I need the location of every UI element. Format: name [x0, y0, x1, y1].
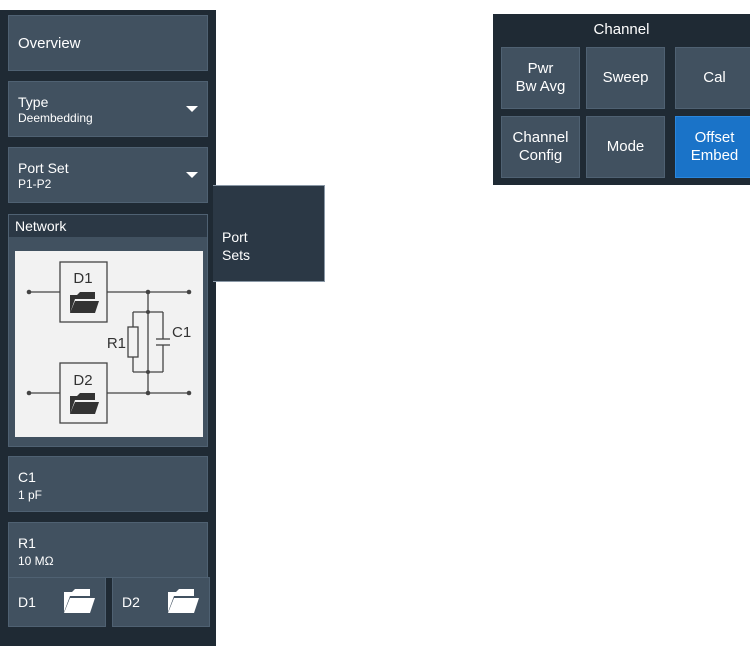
mode-label: Mode: [606, 138, 645, 155]
sweep-label: Sweep: [602, 69, 649, 86]
port-sets-label: Port Sets: [222, 229, 251, 263]
d1-file-label: D1: [18, 594, 36, 610]
chevron-down-icon: [186, 172, 198, 178]
folder-icon: [168, 589, 199, 613]
c1-label: C1: [18, 469, 36, 485]
r1-value: 10 MΩ: [18, 554, 54, 568]
d2-file-label: D2: [122, 594, 140, 610]
cal-button[interactable]: Cal: [675, 47, 750, 109]
folder-icon: [64, 589, 95, 613]
r1-value-field[interactable]: R1 10 MΩ: [8, 522, 208, 578]
offset-embed-button[interactable]: Offset Embed: [675, 116, 750, 178]
chevron-down-icon: [186, 106, 198, 112]
cal-label: Cal: [703, 69, 726, 86]
d2-schematic-label: D2: [73, 372, 92, 389]
port-set-value: P1-P2: [18, 177, 52, 191]
offset-embed-label: Offset Embed: [690, 129, 739, 164]
overview-label: Overview: [18, 35, 81, 52]
d1-schematic-label: D1: [73, 270, 92, 287]
deembedding-settings-panel: Overview Type Deembedding Port Set P1-P2…: [0, 10, 216, 646]
channel-config-label: Channel Config: [512, 129, 569, 164]
sweep-button[interactable]: Sweep: [586, 47, 665, 109]
d2-file-button[interactable]: D2: [112, 577, 210, 627]
r1-schematic-label: R1: [107, 335, 126, 352]
r1-label: R1: [18, 535, 36, 551]
channel-menu-panel: Channel Pwr Bw Avg Sweep Cal Channel Con…: [493, 14, 750, 185]
folder-icon: [70, 292, 99, 313]
port-set-label: Port Set: [18, 160, 69, 176]
network-header: Network: [9, 215, 207, 237]
c1-value-field[interactable]: C1 1 pF: [8, 456, 208, 512]
pwr-bw-avg-label: Pwr Bw Avg: [515, 60, 566, 95]
type-label: Type: [18, 94, 49, 110]
network-schematic: D1 D2 R1 C1: [15, 251, 203, 437]
port-sets-button[interactable]: Port Sets: [213, 185, 325, 282]
pwr-bw-avg-button[interactable]: Pwr Bw Avg: [501, 47, 580, 109]
overview-button[interactable]: Overview: [8, 15, 208, 71]
c1-value: 1 pF: [18, 488, 43, 502]
folder-icon: [70, 393, 99, 414]
type-value: Deembedding: [18, 111, 93, 125]
network-group: Network D1 D2 R1 C1: [8, 214, 208, 447]
c1-schematic-label: C1: [172, 324, 191, 341]
type-dropdown[interactable]: Type Deembedding: [8, 81, 208, 137]
port-set-dropdown[interactable]: Port Set P1-P2: [8, 147, 208, 203]
mode-button[interactable]: Mode: [586, 116, 665, 178]
channel-config-button[interactable]: Channel Config: [501, 116, 580, 178]
channel-menu-title: Channel: [593, 21, 650, 38]
d1-file-button[interactable]: D1: [8, 577, 106, 627]
